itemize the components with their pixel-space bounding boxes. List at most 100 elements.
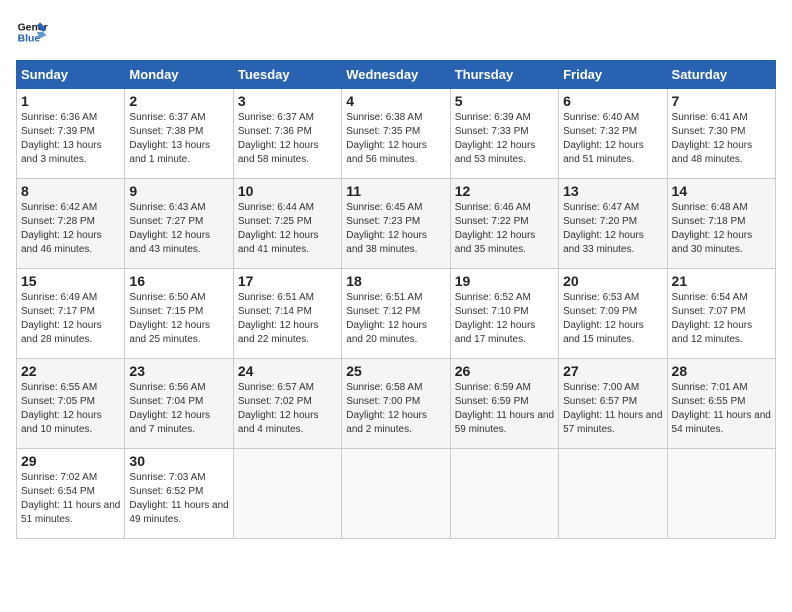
day-number: 4 xyxy=(346,93,445,109)
calendar-cell: 7 Sunrise: 6:41 AMSunset: 7:30 PMDaylight… xyxy=(667,89,775,179)
calendar-cell: 6 Sunrise: 6:40 AMSunset: 7:32 PMDaylight… xyxy=(559,89,667,179)
day-number: 20 xyxy=(563,273,662,289)
calendar-cell: 26 Sunrise: 6:59 AMSunset: 6:59 PMDayligh… xyxy=(450,359,558,449)
calendar-cell xyxy=(450,449,558,539)
logo: General Blue xyxy=(16,16,48,48)
day-number: 3 xyxy=(238,93,337,109)
calendar-cell: 29 Sunrise: 7:02 AMSunset: 6:54 PMDayligh… xyxy=(17,449,125,539)
calendar-cell: 24Sunrise: 6:57 AMSunset: 7:02 PMDayligh… xyxy=(233,359,341,449)
calendar-cell: 12 Sunrise: 6:46 AMSunset: 7:22 PMDayligh… xyxy=(450,179,558,269)
calendar-cell xyxy=(233,449,341,539)
calendar-cell: 9 Sunrise: 6:43 AMSunset: 7:27 PMDaylight… xyxy=(125,179,233,269)
calendar-cell: 8 Sunrise: 6:42 AMSunset: 7:28 PMDaylight… xyxy=(17,179,125,269)
week-row-4: 22 Sunrise: 6:55 AMSunset: 7:05 PMDayligh… xyxy=(17,359,776,449)
calendar-cell: 1Sunrise: 6:36 AMSunset: 7:39 PMDaylight… xyxy=(17,89,125,179)
calendar-cell: 22 Sunrise: 6:55 AMSunset: 7:05 PMDayligh… xyxy=(17,359,125,449)
day-info: Sunrise: 6:36 AMSunset: 7:39 PMDaylight:… xyxy=(21,111,120,167)
week-row-1: 1Sunrise: 6:36 AMSunset: 7:39 PMDaylight… xyxy=(17,89,776,179)
page-header: General Blue xyxy=(16,16,776,48)
calendar-cell: 21Sunrise: 6:54 AMSunset: 7:07 PMDayligh… xyxy=(667,269,775,359)
day-info: Sunrise: 6:57 AMSunset: 7:02 PMDaylight:… xyxy=(238,381,337,437)
day-info: Sunrise: 6:37 AMSunset: 7:36 PMDaylight:… xyxy=(238,111,337,167)
day-info: Sunrise: 6:50 AMSunset: 7:15 PMDaylight:… xyxy=(129,291,228,347)
day-number: 28 xyxy=(672,363,771,379)
column-header-thursday: Thursday xyxy=(450,61,558,89)
calendar-cell: 30 Sunrise: 7:03 AMSunset: 6:52 PMDayligh… xyxy=(125,449,233,539)
day-info: Sunrise: 6:40 AMSunset: 7:32 PMDaylight:… xyxy=(563,111,662,167)
calendar-cell: 25Sunrise: 6:58 AMSunset: 7:00 PMDayligh… xyxy=(342,359,450,449)
day-number: 17 xyxy=(238,273,337,289)
day-info: Sunrise: 6:51 AMSunset: 7:12 PMDaylight:… xyxy=(346,291,445,347)
day-number: 6 xyxy=(563,93,662,109)
day-info: Sunrise: 6:59 AMSunset: 6:59 PMDaylight:… xyxy=(455,381,554,437)
calendar-table: SundayMondayTuesdayWednesdayThursdayFrid… xyxy=(16,60,776,539)
day-number: 30 xyxy=(129,453,228,469)
calendar-cell xyxy=(559,449,667,539)
day-number: 12 xyxy=(455,183,554,199)
calendar-cell: 15 Sunrise: 6:49 AMSunset: 7:17 PMDayligh… xyxy=(17,269,125,359)
day-info: Sunrise: 6:38 AMSunset: 7:35 PMDaylight:… xyxy=(346,111,445,167)
day-info: Sunrise: 7:03 AMSunset: 6:52 PMDaylight:… xyxy=(129,471,228,527)
day-number: 5 xyxy=(455,93,554,109)
calendar-cell: 4 Sunrise: 6:38 AMSunset: 7:35 PMDaylight… xyxy=(342,89,450,179)
calendar-cell: 10Sunrise: 6:44 AMSunset: 7:25 PMDayligh… xyxy=(233,179,341,269)
day-info: Sunrise: 7:00 AMSunset: 6:57 PMDaylight:… xyxy=(563,381,662,437)
day-number: 9 xyxy=(129,183,228,199)
day-info: Sunrise: 6:58 AMSunset: 7:00 PMDaylight:… xyxy=(346,381,445,437)
week-row-2: 8 Sunrise: 6:42 AMSunset: 7:28 PMDaylight… xyxy=(17,179,776,269)
day-info: Sunrise: 6:44 AMSunset: 7:25 PMDaylight:… xyxy=(238,201,337,257)
day-info: Sunrise: 6:51 AMSunset: 7:14 PMDaylight:… xyxy=(238,291,337,347)
day-number: 11 xyxy=(346,183,445,199)
day-info: Sunrise: 6:46 AMSunset: 7:22 PMDaylight:… xyxy=(455,201,554,257)
calendar-cell: 20 Sunrise: 6:53 AMSunset: 7:09 PMDayligh… xyxy=(559,269,667,359)
day-info: Sunrise: 7:01 AMSunset: 6:55 PMDaylight:… xyxy=(672,381,771,437)
day-info: Sunrise: 6:56 AMSunset: 7:04 PMDaylight:… xyxy=(129,381,228,437)
column-header-saturday: Saturday xyxy=(667,61,775,89)
calendar-cell: 28 Sunrise: 7:01 AMSunset: 6:55 PMDayligh… xyxy=(667,359,775,449)
calendar-cell xyxy=(667,449,775,539)
day-number: 22 xyxy=(21,363,120,379)
day-number: 2 xyxy=(129,93,228,109)
day-info: Sunrise: 6:55 AMSunset: 7:05 PMDaylight:… xyxy=(21,381,120,437)
column-header-tuesday: Tuesday xyxy=(233,61,341,89)
day-info: Sunrise: 6:41 AMSunset: 7:30 PMDaylight:… xyxy=(672,111,771,167)
day-number: 7 xyxy=(672,93,771,109)
day-number: 19 xyxy=(455,273,554,289)
calendar-cell: 14 Sunrise: 6:48 AMSunset: 7:18 PMDayligh… xyxy=(667,179,775,269)
column-header-wednesday: Wednesday xyxy=(342,61,450,89)
calendar-cell: 3 Sunrise: 6:37 AMSunset: 7:36 PMDaylight… xyxy=(233,89,341,179)
calendar-cell: 13Sunrise: 6:47 AMSunset: 7:20 PMDayligh… xyxy=(559,179,667,269)
calendar-cell xyxy=(342,449,450,539)
calendar-cell: 23 Sunrise: 6:56 AMSunset: 7:04 PMDayligh… xyxy=(125,359,233,449)
day-info: Sunrise: 6:47 AMSunset: 7:20 PMDaylight:… xyxy=(563,201,662,257)
day-number: 23 xyxy=(129,363,228,379)
week-row-5: 29 Sunrise: 7:02 AMSunset: 6:54 PMDayligh… xyxy=(17,449,776,539)
logo-icon: General Blue xyxy=(16,16,48,48)
column-header-monday: Monday xyxy=(125,61,233,89)
day-info: Sunrise: 6:52 AMSunset: 7:10 PMDaylight:… xyxy=(455,291,554,347)
calendar-cell: 11 Sunrise: 6:45 AMSunset: 7:23 PMDayligh… xyxy=(342,179,450,269)
day-number: 14 xyxy=(672,183,771,199)
day-info: Sunrise: 6:43 AMSunset: 7:27 PMDaylight:… xyxy=(129,201,228,257)
day-number: 8 xyxy=(21,183,120,199)
week-row-3: 15 Sunrise: 6:49 AMSunset: 7:17 PMDayligh… xyxy=(17,269,776,359)
column-header-sunday: Sunday xyxy=(17,61,125,89)
day-number: 16 xyxy=(129,273,228,289)
calendar-cell: 19 Sunrise: 6:52 AMSunset: 7:10 PMDayligh… xyxy=(450,269,558,359)
day-number: 18 xyxy=(346,273,445,289)
day-info: Sunrise: 6:42 AMSunset: 7:28 PMDaylight:… xyxy=(21,201,120,257)
day-info: Sunrise: 6:48 AMSunset: 7:18 PMDaylight:… xyxy=(672,201,771,257)
svg-text:Blue: Blue xyxy=(18,34,41,45)
day-number: 29 xyxy=(21,453,120,469)
calendar-cell: 5Sunrise: 6:39 AMSunset: 7:33 PMDaylight… xyxy=(450,89,558,179)
day-info: Sunrise: 7:02 AMSunset: 6:54 PMDaylight:… xyxy=(21,471,120,527)
calendar-cell: 18 Sunrise: 6:51 AMSunset: 7:12 PMDayligh… xyxy=(342,269,450,359)
day-info: Sunrise: 6:53 AMSunset: 7:09 PMDaylight:… xyxy=(563,291,662,347)
day-number: 26 xyxy=(455,363,554,379)
day-info: Sunrise: 6:45 AMSunset: 7:23 PMDaylight:… xyxy=(346,201,445,257)
day-info: Sunrise: 6:49 AMSunset: 7:17 PMDaylight:… xyxy=(21,291,120,347)
calendar-cell: 16 Sunrise: 6:50 AMSunset: 7:15 PMDayligh… xyxy=(125,269,233,359)
day-number: 15 xyxy=(21,273,120,289)
day-number: 21 xyxy=(672,273,771,289)
column-header-friday: Friday xyxy=(559,61,667,89)
